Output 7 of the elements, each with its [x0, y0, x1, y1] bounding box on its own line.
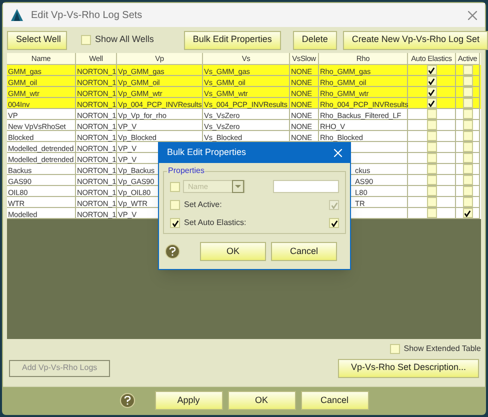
show-extended-table-label: Show Extended Table: [404, 343, 481, 355]
group-label: Properties: [167, 166, 206, 176]
show-all-wells-label: Show All Wells: [95, 33, 154, 46]
dialog-title: Bulk Edit Properties: [167, 146, 246, 160]
option-label: Set Auto Elastics:: [184, 217, 246, 229]
option-label: Set Active:: [184, 199, 222, 211]
window-title: Edit Vp-Vs-Rho Log Sets: [31, 8, 142, 22]
